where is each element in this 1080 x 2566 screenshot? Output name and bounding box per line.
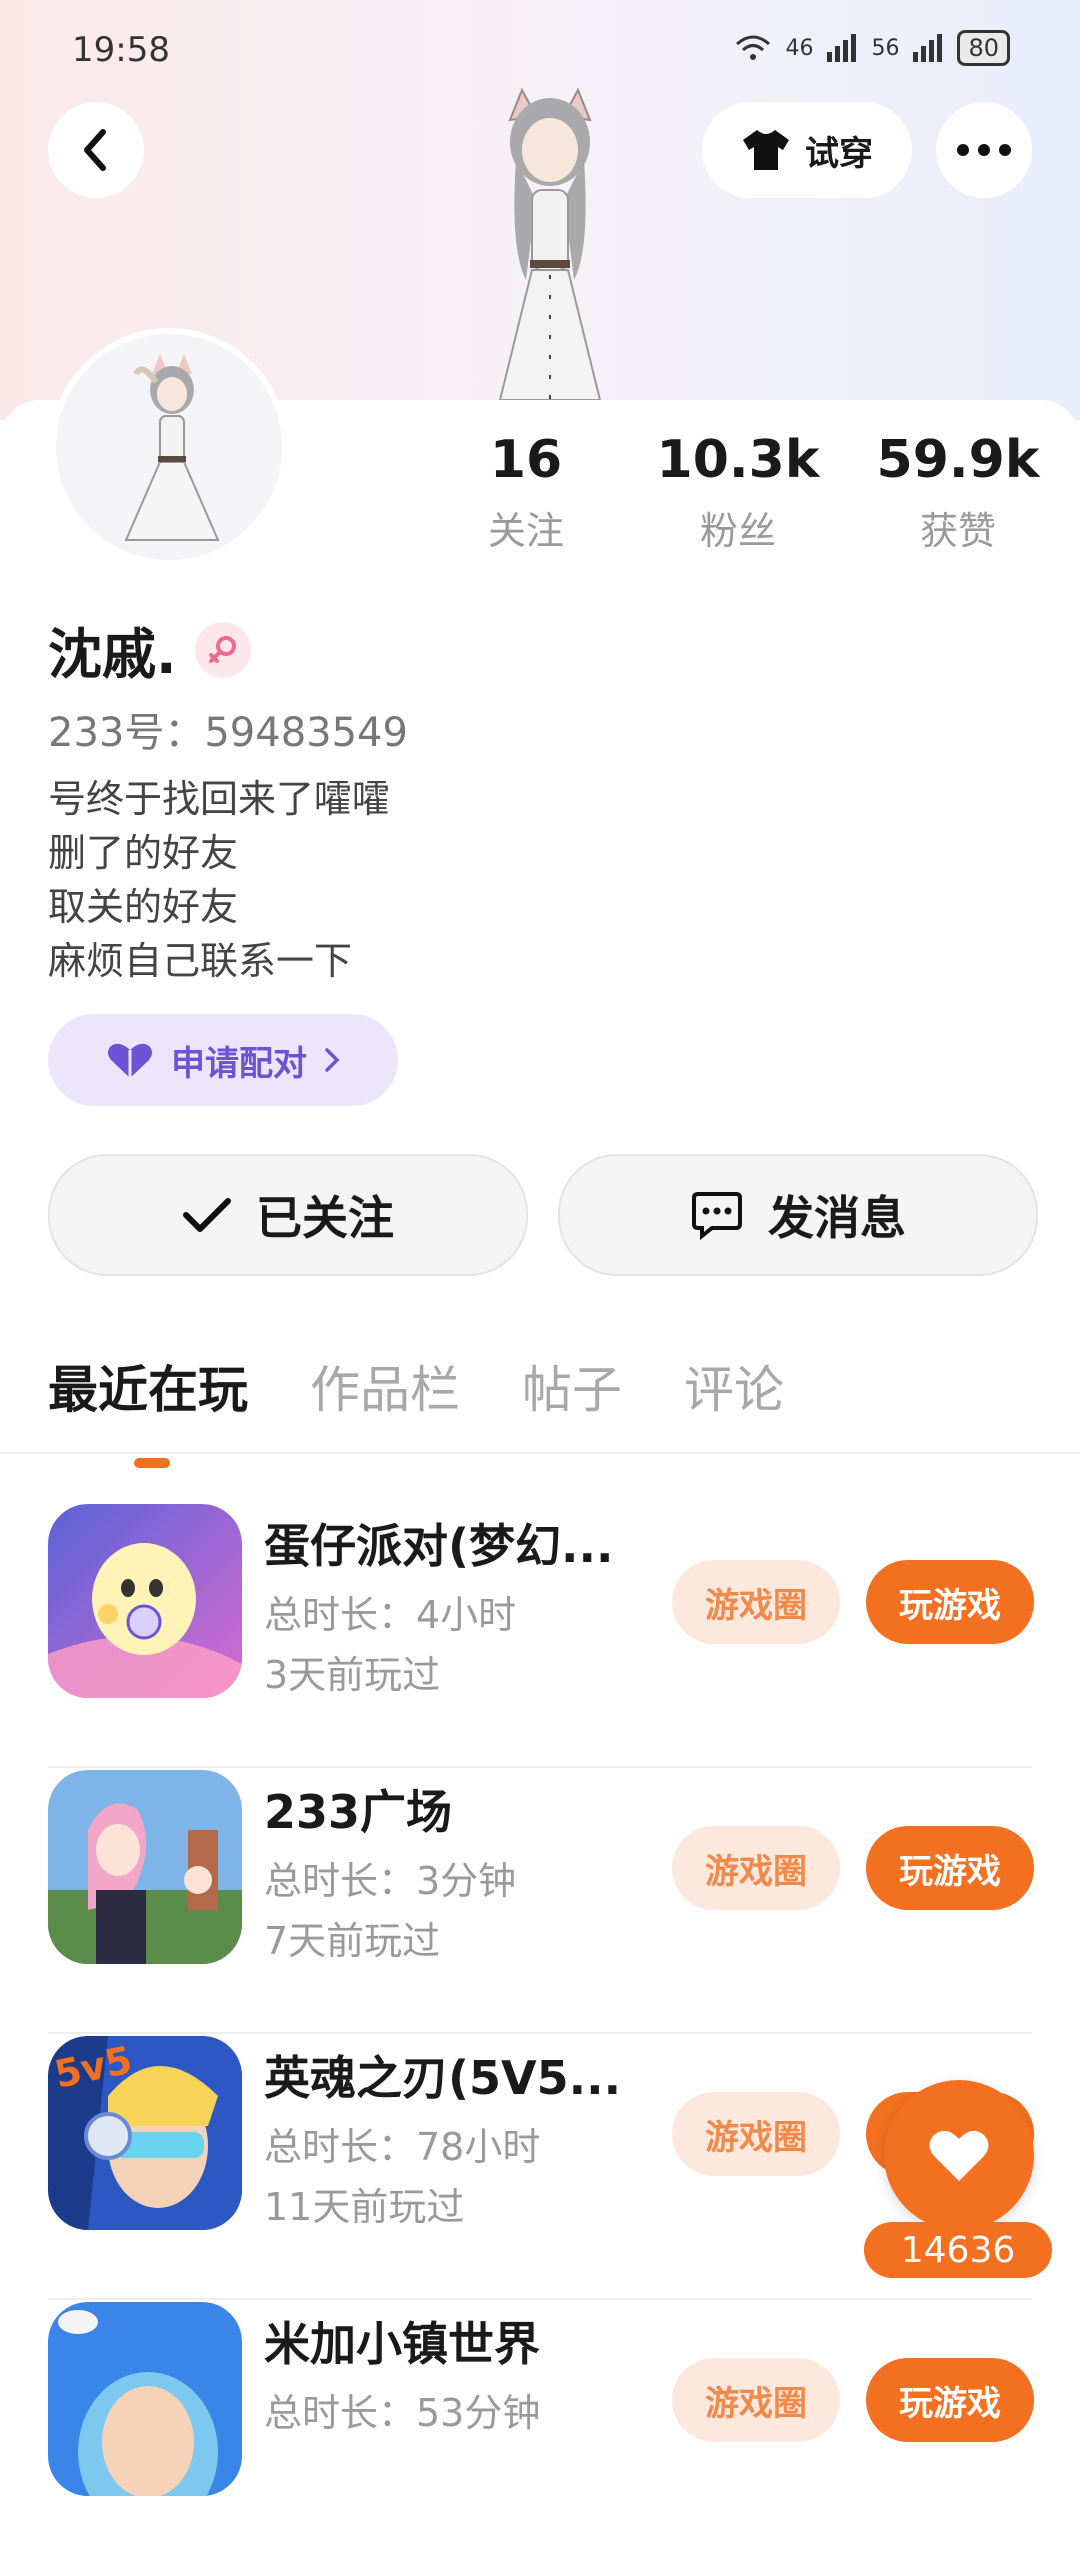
tab-posts[interactable]: 帖子: [522, 1350, 622, 1422]
more-dots-icon: [957, 144, 1011, 156]
stat-likes[interactable]: 59.9k 获赞: [858, 430, 1058, 555]
send-message-button[interactable]: 发消息: [558, 1154, 1038, 1276]
signal-icon: [913, 34, 943, 62]
chat-bubble-icon: [692, 1192, 742, 1240]
try-on-label: 试穿: [805, 133, 873, 174]
game-duration: 总时长：53分钟: [264, 2391, 541, 2435]
stat-following-value: 16: [489, 430, 563, 490]
apply-pair-label: 申请配对: [171, 1043, 307, 1084]
tab-comments[interactable]: 评论: [684, 1350, 784, 1422]
avatar[interactable]: [50, 328, 288, 566]
bio-line: 删了的好友: [48, 831, 239, 875]
female-icon: [194, 621, 251, 678]
wifi-icon: [736, 35, 771, 60]
heart-icon: [929, 2130, 989, 2181]
profile-tabs: 最近在玩 作品栏 帖子 评论: [48, 1350, 784, 1468]
game-circle-button[interactable]: 游戏圈: [672, 1826, 840, 1910]
network-type-1: 46: [785, 35, 814, 61]
game-duration: 总时长：4小时: [264, 1593, 517, 1637]
row-divider: [48, 2298, 1032, 2300]
game-circle-button[interactable]: 游戏圈: [672, 2358, 840, 2442]
bio: 号终于找回来了嚯嚯 删了的好友 取关的好友 麻烦自己联系一下: [48, 772, 390, 988]
followed-button[interactable]: 已关注: [48, 1154, 528, 1276]
tab-recent-play[interactable]: 最近在玩: [48, 1350, 248, 1468]
game-icon-yinghun-zhiren: 5v5: [48, 2036, 242, 2230]
bio-line: 取关的好友: [48, 885, 239, 929]
battery-icon: 80: [957, 30, 1010, 66]
stat-fans-label: 粉丝: [699, 509, 776, 553]
bio-line: 麻烦自己联系一下: [48, 939, 353, 983]
bio-line: 号终于找回来了嚯嚯: [48, 777, 391, 821]
avatar-character-image: [498, 87, 602, 400]
try-on-button[interactable]: 试穿: [702, 102, 912, 198]
game-circle-button[interactable]: 游戏圈: [672, 2092, 840, 2176]
game-icon-eggy-party: [48, 1504, 242, 1698]
play-game-button[interactable]: 玩游戏: [866, 2358, 1034, 2442]
game-last-played: 11天前玩过: [264, 2185, 465, 2229]
username: 沈戚.: [48, 623, 177, 686]
row-divider: [48, 1766, 1032, 1768]
like-button[interactable]: [884, 2080, 1034, 2230]
username-row: 沈戚.: [48, 610, 251, 689]
row-divider: [48, 2032, 1032, 2034]
like-count: 14636: [864, 2222, 1052, 2278]
chevron-right-icon: [325, 1048, 340, 1072]
followed-label: 已关注: [256, 1191, 394, 1245]
game-duration: 总时长：3分钟: [264, 1859, 517, 1903]
network-type-2: 56: [871, 35, 900, 61]
more-button[interactable]: [936, 102, 1032, 198]
stat-following-label: 关注: [487, 509, 564, 553]
apply-pair-button[interactable]: 申请配对: [48, 1014, 398, 1106]
game-icon-233-plaza: [48, 1770, 242, 1964]
tabs-divider: [0, 1452, 1080, 1454]
status-icons: 46 56 80: [735, 30, 1010, 66]
game-name: 米加小镇世界: [264, 2317, 540, 2371]
status-time: 19:58: [72, 30, 170, 70]
game-icon-miga-town: [48, 2302, 242, 2496]
tab-works[interactable]: 作品栏: [310, 1350, 460, 1422]
play-game-button[interactable]: 玩游戏: [866, 1560, 1034, 1644]
game-duration: 总时长：78小时: [264, 2125, 541, 2169]
list-item[interactable]: 蛋仔派对(梦幻... 总时长：4小时 3天前玩过 游戏圈 玩游戏: [48, 1504, 1034, 1768]
shirt-icon: [743, 130, 789, 170]
signal-icon: [827, 34, 857, 62]
stat-fans-value: 10.3k: [656, 430, 820, 490]
send-message-label: 发消息: [768, 1191, 906, 1245]
list-item[interactable]: 233广场 总时长：3分钟 7天前玩过 游戏圈 玩游戏: [48, 1770, 1034, 2034]
back-button[interactable]: [48, 102, 144, 198]
stat-fans[interactable]: 10.3k 粉丝: [638, 430, 838, 555]
stat-following[interactable]: 16 关注: [426, 430, 626, 555]
game-circle-button[interactable]: 游戏圈: [672, 1560, 840, 1644]
avatar-image: [124, 354, 220, 541]
heart-pair-icon: [108, 1043, 152, 1078]
play-game-button[interactable]: 玩游戏: [866, 1826, 1034, 1910]
game-last-played: 7天前玩过: [264, 1919, 441, 1963]
checkmark-icon: [183, 1198, 231, 1232]
list-item[interactable]: 米加小镇世界 总时长：53分钟 游戏圈 玩游戏: [48, 2302, 1034, 2566]
user-id: 233号：59483549: [48, 710, 408, 756]
chevron-left-icon: [84, 129, 106, 171]
game-last-played: 3天前玩过: [264, 1653, 441, 1697]
game-name: 233广场: [264, 1785, 453, 1839]
game-name: 英魂之刃(5V5...: [264, 2051, 622, 2105]
stat-likes-value: 59.9k: [876, 430, 1040, 490]
game-name: 蛋仔派对(梦幻...: [264, 1519, 614, 1573]
stat-likes-label: 获赞: [919, 509, 996, 553]
